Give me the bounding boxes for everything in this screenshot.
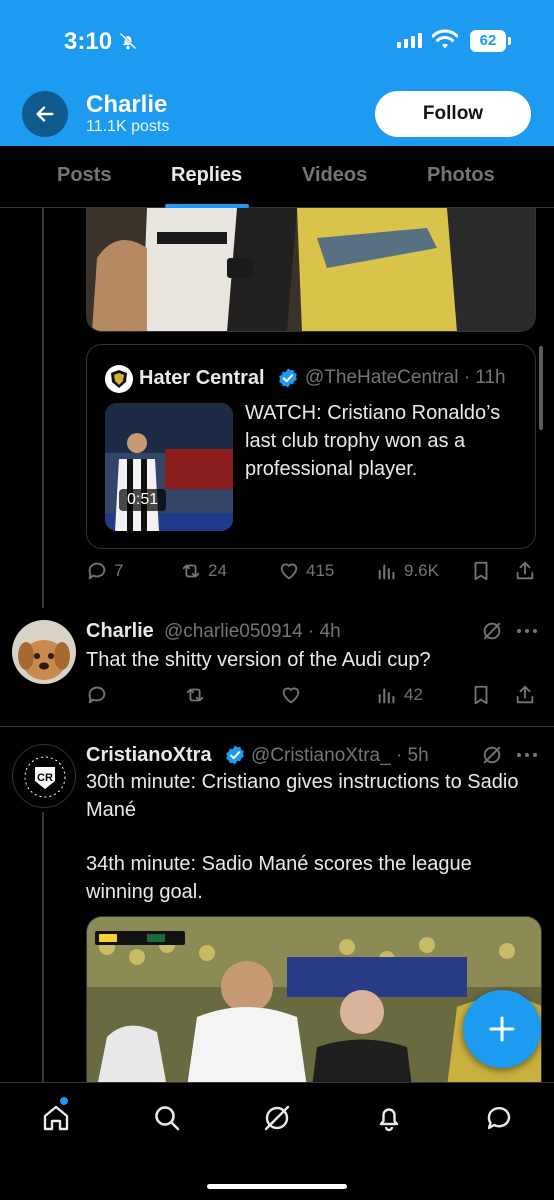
- more-options-icon[interactable]: [517, 751, 541, 759]
- bookmark-icon: [474, 561, 488, 581]
- bookmark-action[interactable]: [470, 684, 492, 706]
- quoted-author-name: Hater Central: [139, 367, 265, 389]
- tab-videos[interactable]: Videos: [302, 164, 367, 187]
- cristianoxtra-logo: CR: [13, 745, 75, 807]
- bell-off-icon: [119, 32, 137, 50]
- tab-replies[interactable]: Replies: [171, 164, 242, 187]
- tab-photos[interactable]: Photos: [427, 164, 495, 187]
- heart-icon: [280, 563, 298, 580]
- battery-indicator: 62: [470, 30, 506, 52]
- like-action[interactable]: 415: [278, 560, 334, 582]
- plus-icon: [489, 1016, 515, 1042]
- crest-icon: [111, 370, 127, 388]
- media-photo: [87, 208, 535, 331]
- repost-icon: [182, 564, 200, 578]
- avatar-logo-text: CR: [37, 772, 53, 784]
- analytics-icon: [378, 688, 395, 704]
- grok-icon[interactable]: [481, 620, 503, 642]
- analytics-icon: [378, 564, 395, 580]
- reply-actions: 42: [86, 684, 542, 714]
- status-time: 3:10: [64, 28, 113, 55]
- like-count: 415: [306, 561, 335, 580]
- quoted-author-handle: @TheHateCentral · 11h: [305, 367, 506, 388]
- repost-action[interactable]: [184, 684, 206, 706]
- thread-line: [42, 208, 44, 608]
- share-icon: [516, 685, 534, 704]
- views-action[interactable]: 42: [376, 684, 423, 706]
- search-icon[interactable]: [152, 1103, 182, 1133]
- reply-action[interactable]: 7: [86, 560, 123, 582]
- repost-action[interactable]: 24: [180, 560, 227, 582]
- like-action[interactable]: [280, 684, 302, 706]
- more-options-icon[interactable]: [517, 627, 541, 635]
- puppy-avatar-image: [12, 620, 76, 684]
- post-text-line2: 34th minute: Sadio Mané scores the leagu…: [86, 853, 472, 903]
- profile-tabs: Posts Replies Videos Photos: [0, 146, 554, 208]
- post-text-line1: 30th minute: Cristiano gives instruction…: [86, 771, 519, 821]
- notification-dot: [60, 1097, 68, 1105]
- reply-action[interactable]: [86, 684, 108, 706]
- home-icon[interactable]: [41, 1103, 71, 1133]
- cellular-signal-icon: [397, 33, 422, 48]
- reply-author-handle: @charlie050914 · 4h: [164, 621, 341, 642]
- post-media-image[interactable]: [86, 208, 536, 332]
- video-duration: 0:51: [119, 489, 167, 511]
- views-action[interactable]: 9.6K: [376, 560, 439, 582]
- share-icon: [516, 561, 534, 580]
- heart-icon: [282, 687, 300, 704]
- view-count: 42: [404, 685, 423, 704]
- post-author-handle: @CristianoXtra_ · 5h: [251, 745, 429, 766]
- reply-text: That the shitty version of the Audi cup?: [86, 649, 431, 671]
- video-frame: [105, 403, 233, 531]
- verified-badge-icon: [279, 368, 297, 388]
- avatar[interactable]: [12, 620, 76, 684]
- arrow-left-icon: [36, 106, 54, 122]
- reply-icon: [88, 562, 106, 580]
- quoted-avatar: [105, 365, 133, 393]
- compose-button[interactable]: [463, 990, 541, 1068]
- scrollbar[interactable]: [539, 346, 543, 430]
- quoted-post-text: WATCH: Cristiano Ronaldo’s last club tro…: [245, 402, 501, 480]
- tab-posts[interactable]: Posts: [57, 164, 111, 187]
- reply-icon: [88, 686, 106, 704]
- quoted-post-card[interactable]: Hater Central @TheHateCentral · 11h 0:51…: [86, 344, 536, 549]
- home-indicator: [207, 1184, 347, 1189]
- notifications-icon[interactable]: [374, 1103, 404, 1133]
- grok-icon[interactable]: [262, 1103, 292, 1133]
- follow-button[interactable]: Follow: [375, 91, 531, 137]
- bottom-navigation: [0, 1082, 554, 1200]
- share-action[interactable]: [514, 560, 536, 582]
- avatar[interactable]: CR: [12, 744, 76, 808]
- thread-line: [42, 812, 44, 1082]
- messages-icon[interactable]: [484, 1103, 514, 1133]
- post-actions: 7 24 415 9.6K: [86, 560, 542, 590]
- share-action[interactable]: [514, 684, 536, 706]
- post-author-name[interactable]: CristianoXtra: [86, 744, 212, 767]
- reply-author-name[interactable]: Charlie: [86, 620, 154, 643]
- profile-post-count: 11.1K posts: [86, 118, 170, 135]
- reply-count: 7: [114, 561, 124, 580]
- back-button[interactable]: [22, 91, 68, 137]
- divider: [0, 726, 554, 727]
- wifi-icon: [432, 29, 458, 49]
- profile-name: Charlie: [86, 91, 168, 118]
- repost-icon: [186, 688, 204, 702]
- verified-badge-icon: [226, 745, 244, 765]
- quoted-video-thumbnail[interactable]: 0:51: [105, 403, 233, 531]
- view-count: 9.6K: [404, 561, 439, 580]
- bookmark-action[interactable]: [470, 560, 492, 582]
- repost-count: 24: [208, 561, 227, 580]
- battery-tip: [508, 37, 511, 45]
- grok-icon[interactable]: [481, 744, 503, 766]
- profile-header: 3:10 62 Charlie 11.1K posts Follow: [0, 0, 554, 146]
- bookmark-icon: [474, 685, 488, 705]
